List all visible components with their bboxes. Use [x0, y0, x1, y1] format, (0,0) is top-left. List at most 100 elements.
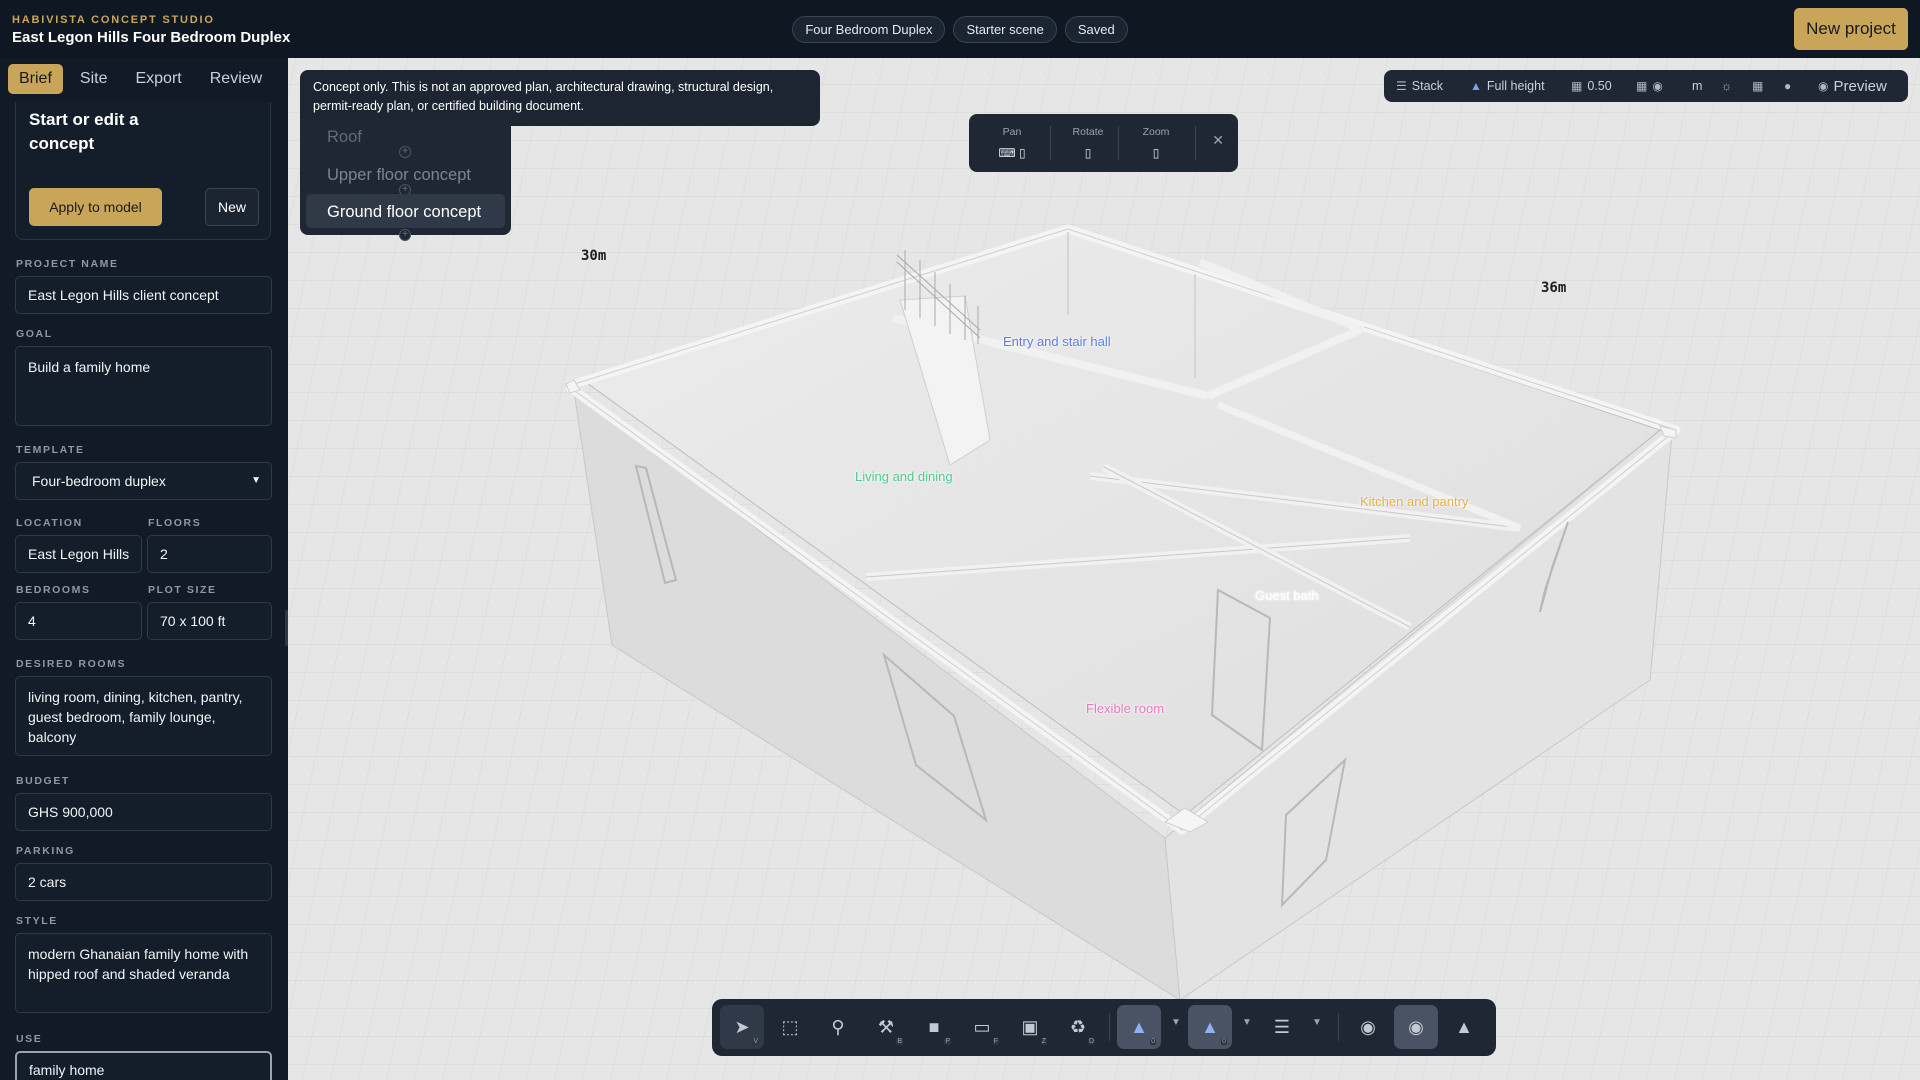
pan-label: Pan [1002, 126, 1022, 138]
add-level-icon[interactable]: + [399, 146, 411, 158]
desired-rooms-textarea[interactable]: living room, dining, kitchen, pantry, gu… [15, 676, 272, 756]
person-icon: ▲ [1455, 1016, 1473, 1037]
add-level-icon[interactable]: + [399, 229, 411, 241]
room-label-entry[interactable]: Entry and stair hall [1003, 334, 1111, 349]
use-field[interactable]: family home [15, 1051, 272, 1080]
tab-review[interactable]: Review [199, 64, 273, 94]
level-upper-floor[interactable]: Upper floor concept [327, 166, 471, 185]
layer-plane-icon: ▲ [1201, 1016, 1219, 1037]
scene-pill[interactable]: Starter scene [953, 16, 1057, 43]
budget-label: BUDGET [16, 775, 70, 787]
box-select-tool[interactable]: ⬚ [768, 1005, 812, 1049]
parking-label: PARKING [16, 845, 75, 857]
paint-tool[interactable]: ■ P [912, 1005, 956, 1049]
sidebar-tabs: Brief Site Export Review [8, 64, 273, 94]
layers-button[interactable]: ☰ [1260, 1005, 1304, 1049]
visibility-toggle[interactable]: ▦ ◉ [1636, 70, 1663, 102]
apply-to-model-button[interactable]: Apply to model [29, 188, 162, 226]
project-name-field[interactable]: East Legon Hills client concept [15, 276, 272, 314]
unit-label: m [1692, 79, 1703, 93]
sun-button[interactable]: ☼ [1721, 70, 1732, 102]
plot-size-label: PLOT SIZE [148, 584, 217, 596]
new-concept-button[interactable]: New [205, 188, 259, 226]
delete-tool[interactable]: ♻ D [1056, 1005, 1100, 1049]
template-pill[interactable]: Four Bedroom Duplex [792, 16, 946, 43]
pin-icon: ⚲ [831, 1016, 845, 1037]
bottom-toolbar: ➤ V ⬚ ⚲ ⚒ B ■ P ▭ F ▣ Z ♻ D ▲ 0 ▼ ▲ 0 ▼ ☰ ▼ ◉ ◉ … [712, 999, 1496, 1056]
select-pointer-icon: ➤ [734, 1016, 750, 1037]
plot-size-field[interactable]: 70 x 100 ft [147, 602, 272, 640]
dimension-label-left: 30m [581, 248, 607, 264]
divider [1195, 126, 1196, 160]
walk-button[interactable]: ● [1784, 70, 1791, 102]
tab-brief[interactable]: Brief [8, 64, 63, 94]
chevron-down-icon[interactable]: ▼ [1171, 1017, 1181, 1028]
room-label-living[interactable]: Living and dining [855, 469, 953, 484]
zoom-label: Zoom [1142, 126, 1170, 138]
floors-field[interactable]: 2 [147, 535, 272, 573]
layer-plane-icon: ▲ [1130, 1016, 1148, 1037]
table-icon: ▦ [1752, 79, 1764, 93]
tab-site[interactable]: Site [69, 64, 119, 94]
select-tool[interactable]: ➤ V [720, 1005, 764, 1049]
person-view-button[interactable]: ▲ [1442, 1005, 1486, 1049]
layer-toggle-1[interactable]: ▲ 0 [1117, 1005, 1161, 1049]
unit-toggle[interactable]: m [1692, 70, 1702, 102]
style-textarea[interactable]: modern Ghanaian family home with hipped … [15, 933, 272, 1013]
top-view-button[interactable]: ◉ [1394, 1005, 1438, 1049]
budget-field[interactable]: GHS 900,000 [15, 793, 272, 831]
zone-cube-icon: ▣ [1021, 1016, 1039, 1037]
location-field[interactable]: East Legon Hills [15, 535, 142, 573]
build-tool[interactable]: ⚒ B [864, 1005, 908, 1049]
eye-icon: ◉ [1818, 79, 1829, 93]
box-select-icon: ⬚ [781, 1016, 799, 1037]
parking-field[interactable]: 2 cars [15, 863, 272, 901]
project-name-label: PROJECT NAME [16, 258, 119, 270]
camera-controls: Pan ⌨ ▯ Rotate ▯ Zoom ▯ ✕ [969, 114, 1238, 172]
header-pills: Four Bedroom Duplex Starter scene Saved [0, 16, 1920, 43]
layers-icon: ☰ [1273, 1016, 1291, 1037]
chevron-down-icon: ▼ [251, 475, 261, 486]
preview-button[interactable]: ◉ Preview [1818, 70, 1887, 102]
shortcut-key: P [944, 1038, 951, 1045]
shortcut-key: B [896, 1038, 903, 1045]
dimension-label-right: 36m [1541, 280, 1567, 296]
room-label-flexible[interactable]: Flexible room [1086, 701, 1164, 716]
template-select[interactable]: Four-bedroom duplex ▼ [15, 462, 272, 500]
rotate-control[interactable]: Rotate ▯ [1063, 126, 1113, 160]
close-icon[interactable]: ✕ [1212, 132, 1224, 149]
save-status-pill[interactable]: Saved [1064, 16, 1128, 43]
orbit-view-button[interactable]: ◉ [1346, 1005, 1390, 1049]
delete-icon: ♻ [1069, 1016, 1087, 1037]
level-roof[interactable]: Roof [327, 128, 362, 147]
new-project-button[interactable]: New project [1794, 8, 1908, 50]
pin-tool[interactable]: ⚲ [816, 1005, 860, 1049]
floor-slab-icon: ▭ [973, 1016, 991, 1037]
3d-viewport[interactable]: 30m 36m Entry and stair hall Living and … [288, 58, 1920, 1080]
eye-icon: ◉ [1652, 79, 1663, 93]
layer-toggle-2[interactable]: ▲ 0 [1188, 1005, 1232, 1049]
goal-textarea[interactable]: Build a family home [15, 346, 272, 426]
zone-tool[interactable]: ▣ Z [1008, 1005, 1052, 1049]
zoom-control[interactable]: Zoom ▯ [1131, 126, 1181, 160]
full-height-toggle[interactable]: ▲ Full height [1470, 70, 1545, 102]
level-selector: Roof + Upper floor concept + Ground floo… [300, 118, 511, 241]
chevron-down-icon[interactable]: ▼ [1242, 1017, 1252, 1028]
chevron-down-icon[interactable]: ▼ [1312, 1017, 1322, 1028]
pan-control[interactable]: Pan ⌨ ▯ [987, 126, 1037, 160]
start-concept-card: Start or edit a concept Apply to model N… [15, 102, 271, 240]
bedrooms-field[interactable]: 4 [15, 602, 142, 640]
use-label: USE [16, 1033, 43, 1045]
stack-label: Stack [1411, 79, 1444, 93]
room-label-guest-bath[interactable]: Guest bath [1255, 588, 1319, 603]
floor-tool[interactable]: ▭ F [960, 1005, 1004, 1049]
tab-export[interactable]: Export [124, 64, 192, 94]
location-label: LOCATION [16, 517, 83, 529]
shortcut-key: V [752, 1038, 759, 1045]
grid-view-icon: ▦ [1636, 79, 1648, 93]
opacity-control[interactable]: ▦ 0.50 [1571, 70, 1612, 102]
room-label-kitchen[interactable]: Kitchen and pantry [1360, 494, 1468, 509]
stack-toggle[interactable]: ☰ Stack [1396, 70, 1443, 102]
level-ground-floor[interactable]: Ground floor concept [327, 203, 481, 222]
table-button[interactable]: ▦ [1752, 70, 1763, 102]
